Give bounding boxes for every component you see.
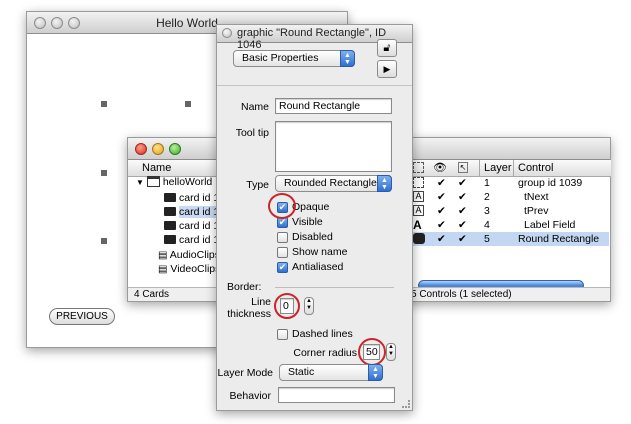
selection-handle[interactable] bbox=[185, 101, 191, 107]
graphic-icon bbox=[413, 233, 425, 244]
eye-icon[interactable]: 👁 bbox=[433, 160, 447, 176]
selection-handle[interactable] bbox=[101, 101, 107, 107]
field-icon: A bbox=[413, 191, 424, 202]
tree-item-audioclips[interactable]: ▤ AudioClips bbox=[158, 248, 216, 262]
name-label: Name bbox=[240, 101, 269, 113]
play-icon[interactable]: ▶ bbox=[377, 60, 397, 78]
checkmark-icon[interactable]: ✔ bbox=[458, 176, 467, 190]
show-name-checkbox[interactable]: Show name bbox=[277, 246, 347, 260]
control-row[interactable]: A ✔ ✔ 3 tPrev bbox=[411, 204, 609, 218]
border-divider bbox=[275, 287, 394, 288]
card-icon bbox=[164, 207, 176, 216]
corner-radius-highlight-ring bbox=[358, 338, 386, 366]
lock-icon[interactable]: 🔓︎ bbox=[377, 39, 397, 57]
behavior-label: Behavior bbox=[229, 390, 271, 402]
disclosure-triangle-icon[interactable]: ▼ bbox=[136, 178, 144, 187]
selection-handle[interactable] bbox=[101, 238, 107, 244]
checkmark-icon[interactable]: ✔ bbox=[437, 218, 446, 232]
minimize-icon[interactable] bbox=[152, 143, 164, 155]
tooltip-field[interactable] bbox=[275, 121, 392, 172]
control-count: 5 Controls (1 selected) bbox=[411, 289, 512, 300]
disabled-checkbox[interactable]: Disabled bbox=[277, 231, 333, 245]
line-thickness-highlight-ring bbox=[274, 293, 300, 319]
selection-handle[interactable] bbox=[101, 170, 107, 176]
tree-item-card[interactable]: card id 10 bbox=[164, 219, 216, 233]
line-thickness-stepper[interactable]: ▲ ▼ bbox=[304, 297, 314, 315]
folder-icon: ▤ bbox=[158, 264, 168, 275]
pointer-icon[interactable]: ↖ bbox=[458, 162, 468, 173]
tree-item-videoclips[interactable]: ▤ VideoClips bbox=[158, 262, 216, 276]
divider bbox=[217, 85, 412, 86]
checkmark-icon[interactable]: ✔ bbox=[437, 204, 446, 218]
card-icon bbox=[164, 193, 176, 202]
stack-icon bbox=[146, 176, 160, 187]
card-count: 4 Cards bbox=[134, 289, 170, 300]
controls-header: 👁 ↖ Layer Control bbox=[411, 160, 611, 177]
checkmark-icon[interactable]: ✔ bbox=[458, 190, 467, 204]
border-label: Border: bbox=[227, 281, 262, 293]
zoom-icon[interactable] bbox=[169, 143, 181, 155]
checkmark-icon[interactable]: ✔ bbox=[458, 218, 467, 232]
label-icon: A bbox=[413, 218, 422, 232]
section-popup[interactable]: Basic Properties ▲ ▼ bbox=[233, 50, 355, 67]
close-icon[interactable] bbox=[222, 28, 232, 38]
type-column-icon[interactable] bbox=[413, 162, 424, 173]
behavior-field[interactable] bbox=[278, 387, 395, 403]
chevron-updown-icon: ▲ ▼ bbox=[377, 175, 392, 192]
checkmark-icon[interactable]: ✔ bbox=[437, 232, 446, 246]
antialiased-checkbox[interactable]: ✔ Antialiased bbox=[277, 261, 343, 275]
tree-item-card[interactable]: card id 10 bbox=[164, 191, 216, 205]
checkmark-icon[interactable]: ✔ bbox=[458, 232, 467, 246]
chevron-updown-icon: ▲ ▼ bbox=[340, 50, 355, 67]
resize-grip-icon[interactable] bbox=[402, 400, 410, 408]
close-icon[interactable] bbox=[135, 143, 147, 155]
dashed-lines-checkbox[interactable]: Dashed lines bbox=[277, 328, 353, 342]
previous-button[interactable]: PREVIOUS bbox=[49, 308, 115, 325]
card-icon bbox=[164, 235, 176, 244]
type-popup[interactable]: Rounded Rectangle ▲ ▼ bbox=[275, 175, 392, 192]
line-thickness-label-line1: Line bbox=[251, 296, 271, 308]
window-title: er bbox=[388, 142, 610, 156]
card-icon bbox=[164, 221, 176, 230]
folder-icon: ▤ bbox=[158, 250, 168, 261]
corner-radius-label: Corner radius bbox=[293, 347, 357, 359]
group-icon bbox=[413, 177, 424, 188]
checkmark-icon[interactable]: ✔ bbox=[437, 190, 446, 204]
tree-item-card[interactable]: card id 10 bbox=[164, 233, 216, 247]
tooltip-label: Tool tip bbox=[235, 127, 269, 139]
name-field[interactable]: Round Rectangle bbox=[275, 98, 392, 114]
corner-radius-stepper[interactable]: ▲ ▼ bbox=[386, 343, 396, 361]
control-row[interactable]: A ✔ ✔ 4 Label Field bbox=[411, 218, 609, 232]
property-inspector: graphic "Round Rectangle", ID 1046 Basic… bbox=[216, 24, 413, 411]
checkmark-icon[interactable]: ✔ bbox=[437, 176, 446, 190]
tree-item-card-selected[interactable]: card id 10 bbox=[164, 205, 216, 219]
checkmark-icon: ✔ bbox=[277, 262, 288, 273]
type-label: Type bbox=[246, 179, 269, 191]
control-column-header[interactable]: Control bbox=[513, 160, 553, 176]
layer-column-header[interactable]: Layer bbox=[479, 160, 512, 176]
chevron-updown-icon: ▲ ▼ bbox=[368, 364, 383, 381]
tree-item-stack[interactable]: ▼ helloWorld bbox=[136, 175, 216, 189]
control-row[interactable]: ✔ ✔ 1 group id 1039 bbox=[411, 176, 609, 190]
control-row-selected[interactable]: ✔ ✔ 5 Round Rectangle bbox=[411, 232, 609, 246]
layer-mode-label: Layer Mode bbox=[217, 367, 273, 379]
field-icon: A bbox=[413, 205, 424, 216]
control-row[interactable]: A ✔ ✔ 2 tNext bbox=[411, 190, 609, 204]
opaque-highlight-ring bbox=[268, 193, 296, 219]
line-thickness-label-line2: thickness bbox=[227, 308, 271, 320]
checkmark-icon[interactable]: ✔ bbox=[458, 204, 467, 218]
layer-mode-popup[interactable]: Static ▲ ▼ bbox=[279, 364, 383, 381]
